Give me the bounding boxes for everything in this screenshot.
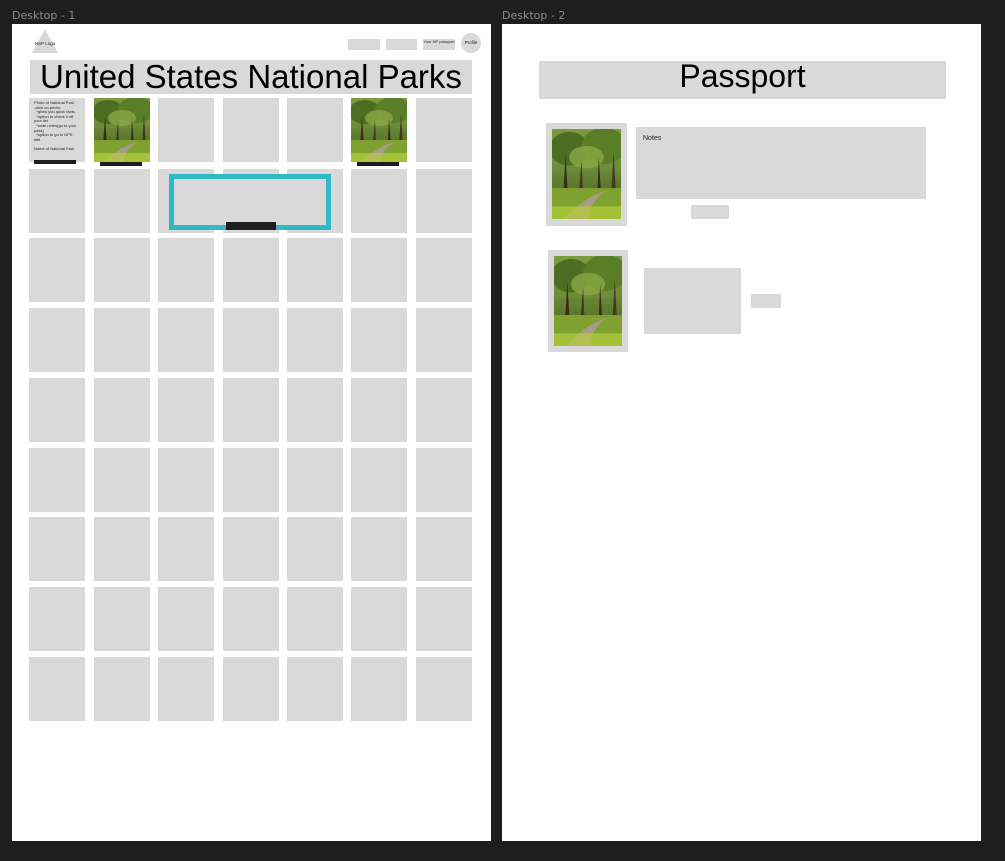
passport-nav-label: Your NP passport [423, 39, 455, 44]
passport-entry-button[interactable] [751, 294, 781, 308]
park-tile[interactable] [223, 238, 279, 302]
logo-text: NSP Logo [34, 41, 56, 46]
park-tile[interactable] [351, 587, 407, 651]
park-tile[interactable] [94, 587, 150, 651]
park-tile[interactable] [351, 308, 407, 372]
park-tile[interactable] [158, 98, 214, 162]
frame-label-desktop-1: Desktop - 1 [12, 9, 76, 22]
profile-button[interactable]: Profile [461, 33, 481, 53]
park-tile[interactable] [94, 378, 150, 442]
passport-title-bar: Passport [539, 58, 946, 99]
park-name-bar[interactable] [34, 160, 76, 164]
park-tile[interactable] [29, 657, 85, 721]
nsp-logo[interactable]: NSP Logo [32, 29, 58, 53]
park-tile[interactable] [416, 657, 472, 721]
park-tile[interactable] [223, 378, 279, 442]
park-tile[interactable] [158, 448, 214, 512]
park-tile[interactable] [158, 378, 214, 442]
park-tile[interactable] [94, 657, 150, 721]
park-tile[interactable] [416, 169, 472, 233]
park-tile[interactable] [287, 98, 343, 162]
title-bar: United States National Parks [30, 60, 472, 94]
passport-nav-button[interactable]: Your NP passport [423, 39, 455, 50]
park-photo-icon [554, 256, 622, 346]
park-photo-icon [351, 98, 407, 162]
park-tile[interactable] [158, 517, 214, 581]
park-tile[interactable] [287, 587, 343, 651]
park-tile[interactable] [416, 448, 472, 512]
park-tile[interactable] [158, 308, 214, 372]
passport-title: Passport [679, 58, 806, 94]
park-tile[interactable] [223, 657, 279, 721]
park-info-text: Photo of National Park -click on photo: *… [34, 101, 88, 152]
park-tile[interactable] [287, 657, 343, 721]
park-tile[interactable] [29, 169, 85, 233]
park-tile[interactable] [223, 308, 279, 372]
park-tile[interactable] [223, 517, 279, 581]
park-tile[interactable] [94, 238, 150, 302]
park-tile[interactable] [223, 587, 279, 651]
desktop-2-frame: Passport Notes [502, 24, 981, 841]
park-photo-icon [94, 98, 150, 162]
park-photo-icon [552, 129, 621, 219]
passport-entry-box[interactable] [644, 268, 741, 334]
park-tile[interactable] [351, 378, 407, 442]
notes-box[interactable]: Notes [636, 127, 926, 199]
park-tile[interactable] [158, 657, 214, 721]
park-tile[interactable] [351, 657, 407, 721]
park-tile[interactable] [29, 308, 85, 372]
park-tile[interactable] [158, 587, 214, 651]
park-tile[interactable] [223, 98, 279, 162]
park-tile[interactable] [94, 517, 150, 581]
park-name-bar[interactable] [100, 162, 142, 166]
park-tile[interactable] [223, 448, 279, 512]
park-tile[interactable] [287, 448, 343, 512]
park-tile[interactable] [416, 238, 472, 302]
park-tile[interactable] [416, 308, 472, 372]
park-tile[interactable] [287, 308, 343, 372]
passport-photo-1 [552, 129, 621, 219]
park-tile[interactable] [287, 238, 343, 302]
park-tile[interactable] [287, 517, 343, 581]
park-photo-tile[interactable] [351, 98, 407, 162]
park-tile[interactable] [158, 238, 214, 302]
desktop-1-frame: NSP Logo Your NP passport Profile United… [12, 24, 491, 841]
park-tile[interactable] [94, 308, 150, 372]
frame-label-desktop-2: Desktop - 2 [502, 9, 566, 22]
park-tile[interactable] [416, 98, 472, 162]
park-tile[interactable] [29, 238, 85, 302]
park-tile[interactable] [416, 517, 472, 581]
park-tile[interactable] [29, 517, 85, 581]
park-tile[interactable] [351, 517, 407, 581]
park-tile[interactable] [94, 169, 150, 233]
passport-photo-frame-2[interactable] [548, 250, 628, 352]
park-tile[interactable] [29, 587, 85, 651]
passport-photo-2 [554, 256, 622, 346]
park-tile[interactable] [416, 587, 472, 651]
passport-photo-frame-1[interactable] [546, 123, 627, 226]
nav-button-1[interactable] [348, 39, 380, 50]
park-tile[interactable] [351, 238, 407, 302]
page-title: United States National Parks [40, 58, 462, 95]
park-tile[interactable] [287, 378, 343, 442]
nav-button-2[interactable] [386, 39, 417, 50]
notes-save-button[interactable] [691, 205, 729, 219]
popup-action-button[interactable] [226, 222, 276, 230]
park-photo-tile[interactable] [94, 98, 150, 162]
park-tile[interactable] [29, 378, 85, 442]
park-tile[interactable] [351, 448, 407, 512]
park-tile[interactable] [94, 448, 150, 512]
park-tile[interactable] [416, 378, 472, 442]
info-line: Name of National Park [34, 146, 75, 151]
park-tile[interactable] [29, 448, 85, 512]
park-tile[interactable] [351, 169, 407, 233]
notes-label: Notes [643, 135, 662, 142]
park-name-bar[interactable] [357, 162, 399, 166]
